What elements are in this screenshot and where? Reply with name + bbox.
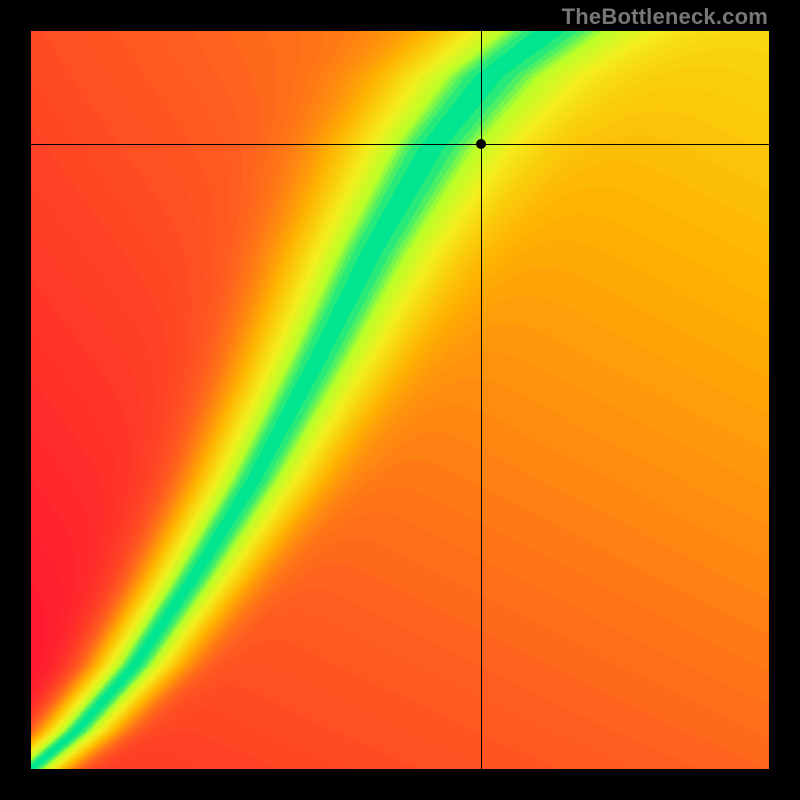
watermark-text: TheBottleneck.com bbox=[562, 4, 768, 30]
crosshair-horizontal bbox=[31, 144, 769, 145]
marker-dot bbox=[476, 139, 486, 149]
bottleneck-heatmap bbox=[31, 31, 769, 769]
plot-area bbox=[31, 31, 769, 769]
chart-frame: TheBottleneck.com bbox=[0, 0, 800, 800]
